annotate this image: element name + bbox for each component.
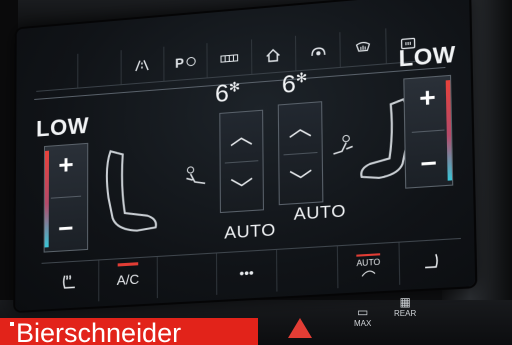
banner-text: Bierschneider bbox=[16, 318, 182, 345]
ac-label: A/C bbox=[116, 270, 140, 288]
auto-recirc-active-indicator bbox=[356, 252, 381, 257]
left-seat-icon[interactable] bbox=[96, 144, 160, 253]
topbar-empty-slot[interactable] bbox=[77, 50, 121, 88]
fan-icon: ✻ bbox=[295, 69, 308, 86]
right-temperature-slider[interactable]: + − bbox=[403, 74, 454, 189]
right-airflow-icon[interactable] bbox=[327, 134, 355, 166]
banner-mark bbox=[10, 322, 14, 326]
max-label: MAX bbox=[354, 319, 372, 328]
right-updown-divider bbox=[283, 151, 318, 156]
right-chevron-down-icon[interactable]: ﹀ bbox=[279, 162, 322, 198]
right-fan-level: 6✻ bbox=[282, 70, 308, 101]
bottom-empty-slot[interactable] bbox=[276, 246, 338, 292]
auto-recirculation-button[interactable]: AUTO bbox=[336, 242, 400, 289]
recirculation-icon bbox=[360, 267, 377, 278]
bottom-empty-slot[interactable] bbox=[156, 253, 217, 299]
more-dots-icon: ••• bbox=[239, 264, 254, 281]
seat-heat-icon bbox=[420, 252, 440, 272]
left-auto-label[interactable]: AUTO bbox=[224, 220, 276, 244]
topbar-empty-slot[interactable] bbox=[36, 54, 77, 91]
right-fan-mode-label: LOW bbox=[398, 41, 457, 72]
seat-heat-icon bbox=[61, 273, 79, 292]
fan-icon: ✻ bbox=[228, 78, 241, 95]
rear-defrost-icon: ▦ bbox=[399, 295, 411, 309]
left-airflow-up-down-control[interactable]: ︿ ﹀ bbox=[219, 109, 265, 214]
rear-label: REAR bbox=[394, 309, 417, 318]
more-options-button[interactable]: ••• bbox=[215, 249, 277, 295]
climate-touchscreen: P LOW + − 6✻ ︿ ﹀ AUTO 6✻ ︿ ﹀ LOW + − AUT… bbox=[15, 0, 476, 311]
left-airflow-icon[interactable] bbox=[184, 164, 211, 195]
left-temp-plus-button[interactable]: + bbox=[45, 148, 87, 182]
right-fan-level-value: 6 bbox=[281, 70, 297, 100]
ac-active-indicator bbox=[117, 262, 139, 267]
right-seat-heat-button[interactable] bbox=[398, 238, 462, 285]
parking-label: P bbox=[174, 54, 184, 71]
home-icon[interactable] bbox=[250, 35, 296, 74]
left-fan-mode-label: LOW bbox=[36, 112, 90, 142]
rear-defrost-button[interactable]: ▦ REAR bbox=[394, 295, 416, 318]
front-defrost-icon[interactable] bbox=[339, 28, 386, 67]
dealer-watermark-banner: Bierschneider bbox=[0, 318, 258, 345]
left-chevron-up-icon[interactable]: ︿ bbox=[220, 117, 262, 153]
right-temp-plus-button[interactable]: + bbox=[404, 80, 450, 116]
parking-icon[interactable]: P bbox=[163, 43, 207, 81]
hazard-button-icon[interactable] bbox=[288, 318, 312, 338]
right-temp-minus-button[interactable]: − bbox=[406, 146, 452, 182]
left-updown-divider bbox=[224, 160, 259, 164]
ac-button[interactable]: A/C bbox=[98, 257, 157, 302]
lane-assist-icon[interactable] bbox=[120, 46, 164, 85]
right-chevron-up-icon[interactable]: ︿ bbox=[279, 108, 322, 144]
seat-heat-bars-icon[interactable] bbox=[206, 39, 251, 78]
drive-select-icon[interactable] bbox=[294, 32, 341, 71]
left-fan-level-value: 6 bbox=[214, 79, 229, 109]
front-defrost-icon: ▭ bbox=[357, 305, 369, 319]
left-fan-level: 6✻ bbox=[215, 79, 240, 109]
right-auto-label[interactable]: AUTO bbox=[294, 201, 347, 225]
auto-recirc-label: AUTO bbox=[356, 256, 381, 268]
right-temp-divider bbox=[411, 129, 445, 133]
left-chevron-down-icon[interactable]: ﹀ bbox=[221, 170, 263, 206]
left-seat-heat-button[interactable] bbox=[41, 260, 98, 304]
left-temp-divider bbox=[50, 195, 82, 199]
left-temp-minus-button[interactable]: − bbox=[45, 211, 87, 245]
right-airflow-up-down-control[interactable]: ︿ ﹀ bbox=[277, 101, 324, 206]
left-temperature-slider[interactable]: + − bbox=[43, 142, 89, 253]
front-defrost-max-button[interactable]: ▭ MAX bbox=[354, 305, 371, 328]
